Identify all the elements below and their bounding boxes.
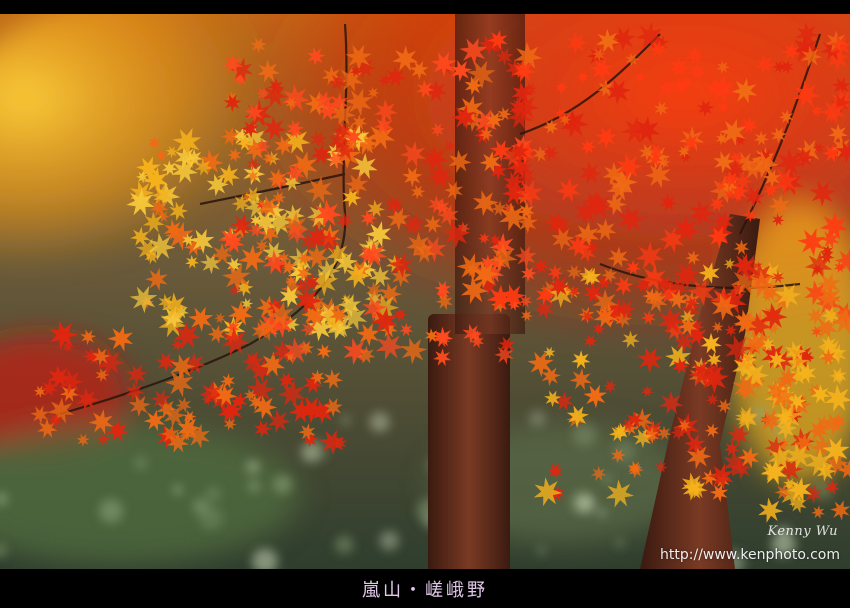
- location-caption: 嵐山・嵯峨野: [362, 579, 488, 601]
- photo-frame: Kenny Wu http://www.kenphoto.com 嵐山・嵯峨野: [0, 0, 850, 608]
- photographer-url: http://www.kenphoto.com: [660, 547, 840, 563]
- autumn-maple-photo: Kenny Wu http://www.kenphoto.com: [0, 14, 850, 569]
- maple-trunk-left: [428, 314, 510, 569]
- photo-scene: [0, 14, 850, 569]
- photographer-signature: Kenny Wu: [767, 524, 838, 539]
- caption-bar: 嵐山・嵯峨野: [0, 569, 850, 608]
